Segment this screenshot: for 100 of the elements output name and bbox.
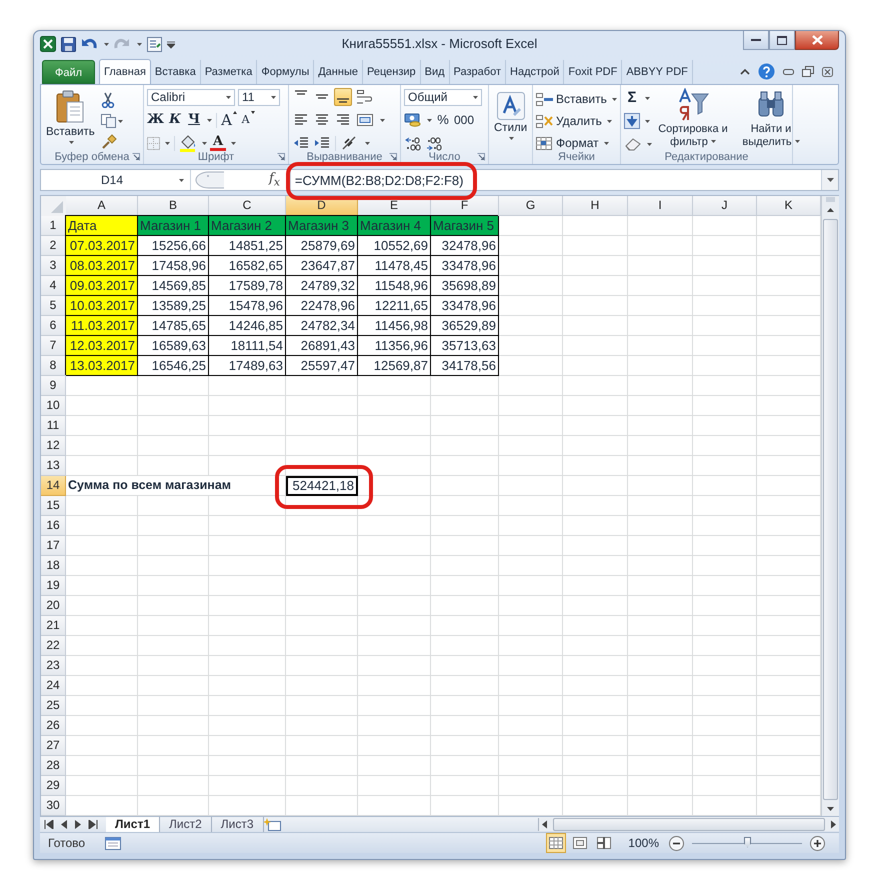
insert-cells-button[interactable]: Вставить: [536, 90, 617, 109]
spreadsheet-cell[interactable]: [693, 236, 757, 256]
spreadsheet-cell[interactable]: [628, 396, 693, 416]
split-handle[interactable]: [826, 197, 835, 202]
spreadsheet-cell[interactable]: [358, 456, 431, 476]
spreadsheet-cell[interactable]: [286, 656, 358, 676]
spreadsheet-cell[interactable]: [693, 556, 757, 576]
spreadsheet-cell[interactable]: [286, 596, 358, 616]
grow-font-button[interactable]: A: [221, 111, 238, 130]
row-header[interactable]: 20: [41, 596, 66, 616]
spreadsheet-cell[interactable]: [563, 396, 628, 416]
spreadsheet-cell[interactable]: [563, 296, 628, 316]
spreadsheet-cell[interactable]: [209, 696, 286, 716]
spreadsheet-cell[interactable]: [138, 436, 209, 456]
spreadsheet-cell[interactable]: [499, 656, 563, 676]
spreadsheet-cell[interactable]: 33478,96: [431, 296, 499, 316]
row-header[interactable]: 16: [41, 516, 66, 536]
spreadsheet-cell[interactable]: [66, 376, 138, 396]
spreadsheet-cell[interactable]: [693, 756, 757, 776]
spreadsheet-cell[interactable]: [66, 636, 138, 656]
spreadsheet-cell[interactable]: [209, 756, 286, 776]
spreadsheet-cell[interactable]: [499, 256, 563, 276]
spreadsheet-cell[interactable]: 17458,96: [138, 256, 209, 276]
spreadsheet-cell[interactable]: [628, 616, 693, 636]
spreadsheet-cell[interactable]: [628, 676, 693, 696]
spreadsheet-cell[interactable]: 12.03.2017: [66, 336, 138, 356]
row-header[interactable]: 22: [41, 636, 66, 656]
spreadsheet-cell[interactable]: [209, 536, 286, 556]
spreadsheet-cell[interactable]: [431, 636, 499, 656]
spreadsheet-cell[interactable]: [66, 416, 138, 436]
fill-color-icon[interactable]: [179, 134, 197, 152]
caret-icon[interactable]: [207, 118, 212, 122]
spreadsheet-cell[interactable]: [499, 416, 563, 436]
spreadsheet-cell[interactable]: Магазин 4: [358, 216, 431, 236]
normal-view-icon[interactable]: [546, 833, 566, 854]
percent-button[interactable]: %: [435, 111, 451, 130]
spreadsheet-cell[interactable]: [66, 516, 138, 536]
spreadsheet-cell[interactable]: [499, 716, 563, 736]
spreadsheet-cell[interactable]: [358, 396, 431, 416]
spreadsheet-cell[interactable]: [431, 616, 499, 636]
spreadsheet-cell[interactable]: [563, 756, 628, 776]
spreadsheet-cell[interactable]: 07.03.2017: [66, 236, 138, 256]
delete-cells-button[interactable]: Удалить: [536, 112, 617, 131]
spreadsheet-cell[interactable]: [499, 556, 563, 576]
spreadsheet-cell[interactable]: [499, 396, 563, 416]
spreadsheet-cell[interactable]: 14785,65: [138, 316, 209, 336]
spreadsheet-cell[interactable]: [563, 596, 628, 616]
spreadsheet-cell[interactable]: [66, 556, 138, 576]
row-header[interactable]: 11: [41, 416, 66, 436]
splitter-handle-icon[interactable]: [195, 171, 225, 190]
spreadsheet-cell[interactable]: [431, 416, 499, 436]
spreadsheet-cell[interactable]: Магазин 1: [138, 216, 209, 236]
row-header[interactable]: 5: [41, 296, 66, 316]
spreadsheet-cell[interactable]: [499, 356, 563, 376]
spreadsheet-cell[interactable]: [209, 616, 286, 636]
spreadsheet-cell[interactable]: [563, 716, 628, 736]
caret-icon[interactable]: [645, 120, 650, 123]
zoom-out-button[interactable]: [669, 836, 684, 851]
spreadsheet-cell[interactable]: [358, 636, 431, 656]
underline-button[interactable]: Ч: [186, 111, 202, 130]
copy-icon[interactable]: [100, 114, 123, 128]
spreadsheet-cell[interactable]: [693, 496, 757, 516]
spreadsheet-cell[interactable]: [628, 456, 693, 476]
spreadsheet-cell[interactable]: [693, 676, 757, 696]
spreadsheet-cell[interactable]: [563, 276, 628, 296]
spreadsheet-cell[interactable]: [358, 416, 431, 436]
spreadsheet-cell[interactable]: [563, 776, 628, 796]
spreadsheet-cell[interactable]: [138, 656, 209, 676]
spreadsheet-cell[interactable]: [286, 676, 358, 696]
spreadsheet-cell[interactable]: [563, 556, 628, 576]
spreadsheet-cell[interactable]: 11548,96: [358, 276, 431, 296]
zoom-level[interactable]: 100%: [628, 836, 659, 850]
spreadsheet-cell[interactable]: 11356,96: [358, 336, 431, 356]
spreadsheet-cell[interactable]: [209, 776, 286, 796]
spreadsheet-cell[interactable]: 17589,78: [209, 276, 286, 296]
row-header[interactable]: 15: [41, 496, 66, 516]
excel-icon[interactable]: [40, 36, 56, 52]
spreadsheet-cell[interactable]: [499, 756, 563, 776]
spreadsheet-cell[interactable]: 34178,56: [431, 356, 499, 376]
record-macro-icon[interactable]: [105, 836, 122, 850]
spreadsheet-cell[interactable]: 18111,54: [209, 336, 286, 356]
spreadsheet-cell[interactable]: [693, 296, 757, 316]
spreadsheet-cell[interactable]: [209, 736, 286, 756]
spreadsheet-cell[interactable]: 14569,85: [138, 276, 209, 296]
spreadsheet-cell[interactable]: [693, 736, 757, 756]
dialog-launcher-icon[interactable]: [132, 153, 140, 162]
spreadsheet-cell[interactable]: 24789,32: [286, 276, 358, 296]
spreadsheet-cell[interactable]: [286, 696, 358, 716]
spreadsheet-cell[interactable]: [358, 736, 431, 756]
spreadsheet-cell[interactable]: [286, 636, 358, 656]
spreadsheet-cell[interactable]: [358, 596, 431, 616]
column-header[interactable]: A: [66, 196, 138, 216]
row-header[interactable]: 30: [41, 796, 66, 816]
row-header[interactable]: 7: [41, 336, 66, 356]
spreadsheet-cell[interactable]: Магазин 5: [431, 216, 499, 236]
zoom-in-button[interactable]: [810, 836, 825, 851]
spreadsheet-cell[interactable]: [138, 416, 209, 436]
spreadsheet-cell[interactable]: [499, 596, 563, 616]
row-header[interactable]: 21: [41, 616, 66, 636]
spreadsheet-cell[interactable]: [563, 216, 628, 236]
